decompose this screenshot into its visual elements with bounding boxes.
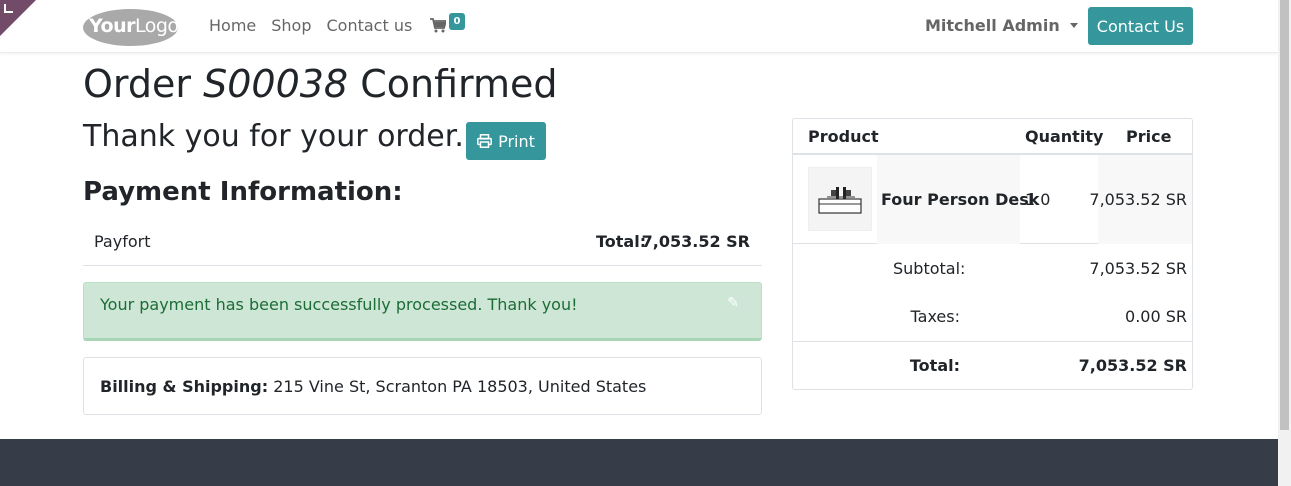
product-quantity: 1.0	[1025, 190, 1051, 209]
site-footer	[0, 439, 1278, 486]
billing-shipping-card: Billing & Shipping: 215 Vine St, Scranto…	[83, 357, 762, 415]
subtotal-label: Subtotal:	[893, 259, 966, 278]
order-number: S00038	[203, 62, 349, 106]
corner-arrow-icon	[4, 4, 13, 13]
payment-success-alert: Your payment has been successfully proce…	[83, 282, 762, 341]
summary-header-row: Product Quantity Price	[793, 119, 1192, 155]
cart-link[interactable]: 0	[430, 13, 470, 39]
user-menu[interactable]: Mitchell Admin	[925, 16, 1078, 35]
nav-contact-us[interactable]: Contact us	[327, 16, 413, 35]
site-header: YourLogo Home Shop Contact us 0 Mitchell…	[0, 0, 1278, 53]
thanks-heading: Thank you for your order.	[83, 119, 464, 154]
user-name: Mitchell Admin	[925, 16, 1060, 35]
payment-heading: Payment Information:	[83, 177, 403, 207]
order-title: Order S00038 Confirmed	[83, 62, 557, 106]
table-row: Four Person Desk 1.0 7,053.52 SR	[793, 155, 1192, 244]
scrollbar-thumb[interactable]	[1280, 0, 1289, 430]
payment-row: Payfort Total: 7,053.52 SR	[83, 220, 762, 266]
product-name: Four Person Desk	[881, 190, 1040, 209]
payment-total-value: 7,053.52 SR	[641, 232, 750, 251]
cart-count-badge: 0	[449, 13, 465, 30]
column-product: Product	[808, 127, 879, 146]
column-quantity: Quantity	[1025, 127, 1104, 146]
taxes-label: Taxes:	[910, 307, 960, 326]
logo-text-bold: Your	[89, 15, 135, 37]
column-price: Price	[1126, 127, 1172, 146]
nav-home[interactable]: Home	[209, 16, 256, 35]
subtotal-value: 7,053.52 SR	[1089, 259, 1187, 278]
billing-address: 215 Vine St, Scranton PA 18503, United S…	[273, 377, 647, 396]
payment-method: Payfort	[94, 232, 151, 251]
billing-label: Billing & Shipping:	[100, 377, 269, 396]
print-label: Print	[498, 131, 535, 151]
print-icon	[477, 134, 493, 148]
pencil-icon[interactable]: ✎	[727, 295, 739, 311]
success-message: Your payment has been successfully proce…	[100, 295, 578, 314]
logo-shape: YourLogo	[83, 9, 179, 46]
payment-total-label: Total:	[596, 232, 647, 251]
caret-down-icon	[1069, 23, 1078, 28]
total-label: Total:	[909, 356, 960, 375]
desk-icon	[818, 187, 862, 214]
order-summary-table: Product Quantity Price Four Person Desk …	[792, 118, 1193, 390]
taxes-value: 0.00 SR	[1125, 307, 1187, 326]
main-nav: Home Shop Contact us	[209, 16, 427, 35]
title-prefix: Order	[83, 62, 191, 106]
print-button[interactable]: Print	[466, 122, 546, 160]
contact-us-button[interactable]: Contact Us	[1088, 7, 1193, 45]
page-scrollbar[interactable]	[1278, 0, 1291, 486]
nav-shop[interactable]: Shop	[271, 16, 311, 35]
divider	[793, 341, 1192, 342]
logo-text: Logo	[134, 15, 179, 37]
product-image	[808, 167, 872, 231]
cart-icon	[430, 18, 446, 33]
site-logo[interactable]: YourLogo	[83, 9, 179, 46]
title-suffix: Confirmed	[360, 62, 558, 106]
total-value: 7,053.52 SR	[1078, 356, 1187, 375]
product-price: 7,053.52 SR	[1089, 190, 1187, 209]
